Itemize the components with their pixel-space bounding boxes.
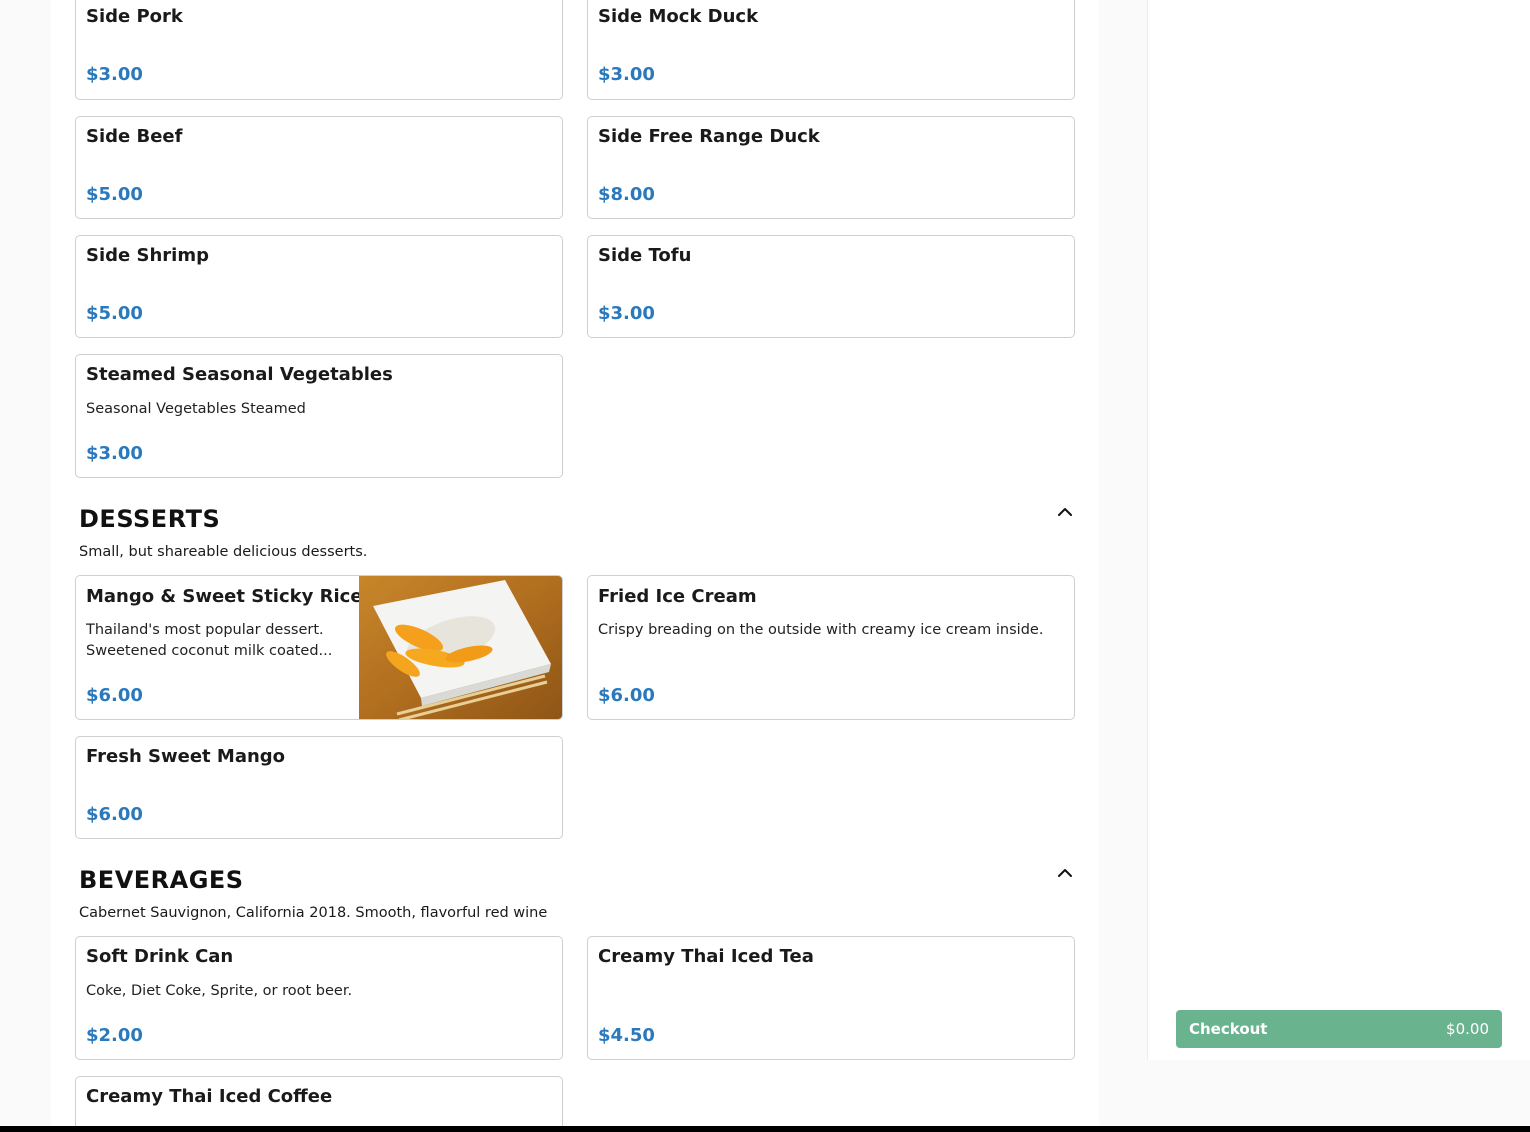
menu-item-card[interactable]: Fried Ice Cream Crispy breading on the o… bbox=[587, 575, 1075, 720]
item-price: $2.00 bbox=[86, 1025, 143, 1046]
item-name: Steamed Seasonal Vegetables bbox=[86, 364, 393, 385]
menu-item-card[interactable]: Side Pork $3.00 bbox=[75, 0, 563, 100]
item-price: $3.00 bbox=[86, 64, 143, 85]
collapse-beverages-button[interactable] bbox=[1055, 863, 1075, 883]
item-name: Side Tofu bbox=[598, 245, 692, 266]
checkout-label: Checkout bbox=[1189, 1020, 1268, 1038]
item-description: Crispy breading on the outside with crea… bbox=[598, 622, 1044, 638]
menu-column: Side Pork $3.00 Side Mock Duck $3.00 Sid… bbox=[51, 0, 1099, 1126]
menu-item-card[interactable]: Side Shrimp $5.00 bbox=[75, 235, 563, 338]
item-name: Side Pork bbox=[86, 6, 183, 27]
menu-item-card[interactable]: Side Free Range Duck $8.00 bbox=[587, 116, 1075, 219]
item-name: Fresh Sweet Mango bbox=[86, 746, 286, 767]
item-name: Creamy Thai Iced Tea bbox=[598, 946, 814, 967]
item-description: Thailand's most popular dessert. Sweeten… bbox=[86, 622, 333, 659]
item-price: $5.00 bbox=[86, 303, 143, 324]
section-title-beverages: BEVERAGES bbox=[79, 866, 244, 894]
chevron-up-icon bbox=[1058, 508, 1072, 516]
menu-item-card[interactable]: Side Beef $5.00 bbox=[75, 116, 563, 219]
bottom-edge bbox=[0, 1126, 1530, 1132]
item-description: Seasonal Vegetables Steamed bbox=[86, 401, 306, 417]
menu-item-card[interactable]: Soft Drink Can Coke, Diet Coke, Sprite, … bbox=[75, 936, 563, 1060]
item-name: Side Mock Duck bbox=[598, 6, 759, 27]
item-price: $3.00 bbox=[598, 64, 655, 85]
item-name: Mango & Sweet Sticky Rice bbox=[86, 586, 363, 607]
checkout-button[interactable]: Checkout $0.00 bbox=[1176, 1010, 1502, 1048]
mango-sticky-rice-photo bbox=[359, 576, 562, 719]
item-description: Coke, Diet Coke, Sprite, or root beer. bbox=[86, 983, 353, 999]
item-price: $4.50 bbox=[598, 1025, 655, 1046]
item-name: Fried Ice Cream bbox=[598, 586, 757, 607]
item-name: Side Free Range Duck bbox=[598, 126, 820, 147]
collapse-desserts-button[interactable] bbox=[1055, 502, 1075, 522]
menu-item-card[interactable]: Steamed Seasonal Vegetables Seasonal Veg… bbox=[75, 354, 563, 478]
chevron-up-icon bbox=[1058, 869, 1072, 877]
item-price: $6.00 bbox=[86, 804, 143, 825]
menu-item-card[interactable]: Creamy Thai Iced Tea $4.50 bbox=[587, 936, 1075, 1060]
section-title-desserts: DESSERTS bbox=[79, 505, 221, 533]
item-price: $5.00 bbox=[86, 184, 143, 205]
item-name: Soft Drink Can bbox=[86, 946, 234, 967]
section-subtitle-beverages: Cabernet Sauvignon, California 2018. Smo… bbox=[79, 905, 548, 921]
checkout-total: $0.00 bbox=[1446, 1020, 1489, 1038]
section-subtitle-desserts: Small, but shareable delicious desserts. bbox=[79, 544, 368, 560]
item-price: $6.00 bbox=[86, 685, 143, 706]
item-price: $3.00 bbox=[598, 303, 655, 324]
item-price: $8.00 bbox=[598, 184, 655, 205]
menu-item-card[interactable]: Side Tofu $3.00 bbox=[587, 235, 1075, 338]
item-price: $6.00 bbox=[598, 685, 655, 706]
cart-panel bbox=[1147, 0, 1530, 1060]
menu-item-card[interactable]: Mango & Sweet Sticky Rice Thailand's mos… bbox=[75, 575, 563, 720]
item-name: Creamy Thai Iced Coffee bbox=[86, 1086, 333, 1107]
item-name: Side Shrimp bbox=[86, 245, 209, 266]
menu-item-card[interactable]: Side Mock Duck $3.00 bbox=[587, 0, 1075, 100]
menu-item-card[interactable]: Fresh Sweet Mango $6.00 bbox=[75, 736, 563, 839]
menu-item-card[interactable]: Creamy Thai Iced Coffee bbox=[75, 1076, 563, 1126]
item-name: Side Beef bbox=[86, 126, 183, 147]
item-price: $3.00 bbox=[86, 443, 143, 464]
